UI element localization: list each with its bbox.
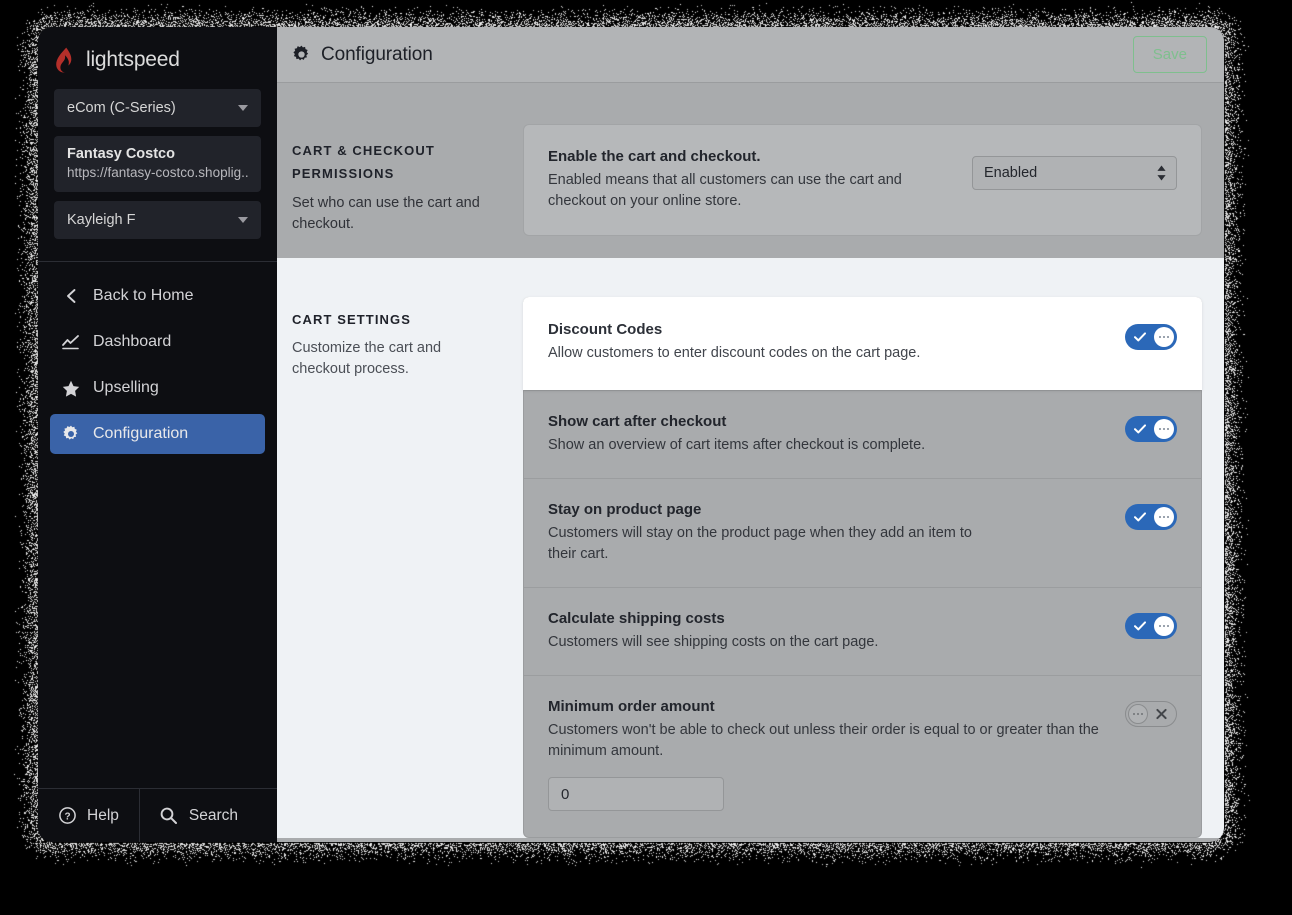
content-area: CART & CHECKOUT PERMISSIONS Set who can … <box>277 83 1224 842</box>
toggle-minimum-order-amount[interactable] <box>1125 701 1177 727</box>
sidebar: lightspeed eCom (C-Series) Fantasy Costc… <box>38 27 277 842</box>
toggle-knob <box>1128 704 1148 724</box>
question-circle-icon: ? <box>58 807 76 825</box>
sidebar-item-configuration[interactable]: Configuration <box>50 414 265 454</box>
sidebar-item-label: Upselling <box>93 379 159 397</box>
chevron-left-icon <box>62 287 80 305</box>
search-button[interactable]: Search <box>139 789 258 842</box>
minimum-order-amount-input[interactable] <box>548 777 724 811</box>
chart-line-icon <box>62 333 80 351</box>
search-label: Search <box>189 807 238 825</box>
page-header: Configuration Save <box>277 27 1224 83</box>
section-subtitle: Set who can use the cart and checkout. <box>292 193 493 235</box>
setting-row-calculate-shipping-costs: Calculate shipping costs Customers will … <box>524 587 1201 675</box>
toggle-discount-codes[interactable] <box>1125 324 1177 350</box>
sidebar-item-upselling[interactable]: Upselling <box>50 368 265 408</box>
setting-row-stay-on-product-page: Stay on product page Customers will stay… <box>524 478 1201 587</box>
setting-subtitle: Show an overview of cart items after che… <box>548 435 988 456</box>
setting-title: Discount Codes <box>548 321 1107 338</box>
check-icon <box>1134 332 1146 342</box>
setting-subtitle: Customers will see shipping costs on the… <box>548 632 988 653</box>
toggle-knob <box>1154 327 1174 347</box>
store-url: https://fantasy-costco.shoplig... <box>67 165 248 180</box>
section-cart-settings: CART SETTINGS Customize the cart and che… <box>277 258 1224 838</box>
enable-cart-select-wrap: Enabled <box>972 156 1177 190</box>
main-panel: Configuration Save CART & CHECKOUT PERMI… <box>277 27 1224 842</box>
section-title-line: CART SETTINGS <box>292 308 493 331</box>
help-button[interactable]: ? Help <box>38 789 139 842</box>
sidebar-item-label: Configuration <box>93 425 188 443</box>
setting-title: Stay on product page <box>548 501 1107 518</box>
toggle-knob <box>1154 507 1174 527</box>
toggle-knob <box>1154 419 1174 439</box>
app-window: lightspeed eCom (C-Series) Fantasy Costc… <box>38 27 1224 842</box>
section-body: Enable the cart and checkout. Enabled me… <box>523 83 1224 258</box>
section-description: CART SETTINGS Customize the cart and che… <box>277 258 523 838</box>
section-description: CART & CHECKOUT PERMISSIONS Set who can … <box>277 83 523 258</box>
sidebar-item-back-to-home[interactable]: Back to Home <box>50 276 265 316</box>
star-icon <box>62 379 80 397</box>
setting-subtitle: Customers won't be able to check out unl… <box>548 720 1107 762</box>
setting-title: Calculate shipping costs <box>548 610 1107 627</box>
section-cart-checkout-permissions: CART & CHECKOUT PERMISSIONS Set who can … <box>277 83 1224 258</box>
setting-row-enable-cart: Enable the cart and checkout. Enabled me… <box>523 124 1202 236</box>
store-name: Fantasy Costco <box>67 146 248 162</box>
cart-settings-card: Discount Codes Allow customers to enter … <box>523 297 1202 838</box>
section-title-line: PERMISSIONS <box>292 162 493 185</box>
toggle-knob <box>1154 616 1174 636</box>
section-title-line: CART & CHECKOUT <box>292 139 493 162</box>
toggle-stay-on-product-page[interactable] <box>1125 504 1177 530</box>
setting-title: Show cart after checkout <box>548 413 1107 430</box>
lightspeed-logo-icon <box>55 47 77 73</box>
chevron-down-icon <box>238 105 248 111</box>
svg-text:?: ? <box>64 811 70 822</box>
user-selector[interactable]: Kayleigh F <box>54 201 261 239</box>
sidebar-item-label: Back to Home <box>93 287 193 305</box>
search-icon <box>160 807 178 825</box>
user-selector-label: Kayleigh F <box>67 212 136 228</box>
gear-icon <box>292 45 311 64</box>
sidebar-footer: ? Help Search <box>38 788 277 842</box>
chevron-down-icon <box>238 217 248 223</box>
sidebar-nav: Back to Home Dashboard Upselling Configu… <box>38 262 277 788</box>
brand: lightspeed <box>38 27 277 89</box>
account-selector-label: eCom (C-Series) <box>67 100 176 116</box>
setting-title: Enable the cart and checkout. <box>548 148 952 165</box>
brand-name: lightspeed <box>86 48 180 72</box>
gear-icon <box>62 425 80 443</box>
help-label: Help <box>87 807 119 825</box>
setting-subtitle: Customers will stay on the product page … <box>548 523 988 565</box>
setting-row-show-cart-after-checkout: Show cart after checkout Show an overvie… <box>524 390 1201 478</box>
setting-row-minimum-order-amount: Minimum order amount Customers won't be … <box>524 675 1201 837</box>
check-icon <box>1134 424 1146 434</box>
account-selector[interactable]: eCom (C-Series) <box>54 89 261 127</box>
store-block[interactable]: Fantasy Costco https://fantasy-costco.sh… <box>54 136 261 192</box>
check-icon <box>1134 621 1146 631</box>
sidebar-item-dashboard[interactable]: Dashboard <box>50 322 265 362</box>
setting-row-discount-codes: Discount Codes Allow customers to enter … <box>523 297 1202 390</box>
check-icon <box>1134 512 1146 522</box>
close-icon <box>1156 709 1167 720</box>
section-body: Discount Codes Allow customers to enter … <box>523 258 1224 838</box>
enable-cart-select[interactable]: Enabled <box>972 156 1177 190</box>
sidebar-item-label: Dashboard <box>93 333 171 351</box>
page-title: Configuration <box>321 44 433 66</box>
setting-subtitle: Allow customers to enter discount codes … <box>548 343 988 364</box>
section-subtitle: Customize the cart and checkout process. <box>292 338 493 380</box>
setting-subtitle: Enabled means that all customers can use… <box>548 170 952 212</box>
toggle-show-cart-after-checkout[interactable] <box>1125 416 1177 442</box>
save-button[interactable]: Save <box>1133 36 1207 73</box>
toggle-calculate-shipping-costs[interactable] <box>1125 613 1177 639</box>
setting-title: Minimum order amount <box>548 698 1107 715</box>
